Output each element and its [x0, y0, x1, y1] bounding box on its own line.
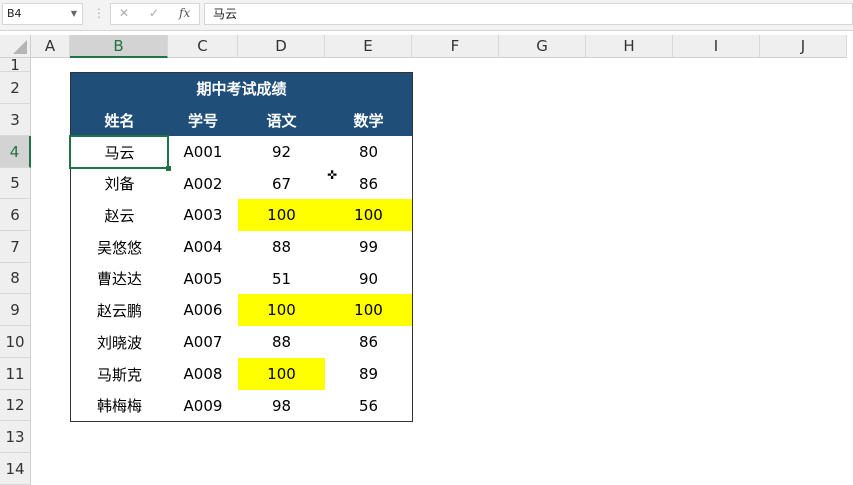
- name-box-value: B4: [7, 7, 22, 20]
- row-header-13[interactable]: 13: [0, 421, 31, 453]
- insert-function-icon[interactable]: fx: [179, 6, 190, 20]
- cell-id[interactable]: A008: [168, 358, 239, 391]
- column-header-H[interactable]: H: [586, 35, 673, 58]
- drag-handle-icon[interactable]: ⋮: [93, 6, 105, 20]
- row-header-1[interactable]: 1: [0, 56, 31, 74]
- cell-id[interactable]: A009: [168, 390, 239, 422]
- cell-name[interactable]: 韩梅梅: [70, 390, 169, 422]
- cell-chinese[interactable]: 98: [238, 390, 326, 422]
- row-header-10[interactable]: 10: [0, 326, 31, 358]
- row-header-12[interactable]: 12: [0, 390, 31, 421]
- cell-id[interactable]: A002: [168, 168, 239, 200]
- cell-math[interactable]: 100: [325, 294, 413, 327]
- cell-name[interactable]: 刘备: [70, 168, 169, 200]
- cell-chinese[interactable]: 100: [238, 358, 326, 391]
- cell-name[interactable]: 马斯克: [70, 358, 169, 391]
- formula-input[interactable]: 马云: [204, 3, 853, 25]
- cell-id[interactable]: A007: [168, 326, 239, 359]
- cell-math[interactable]: 56: [325, 390, 413, 422]
- cell-math[interactable]: 89: [325, 358, 413, 391]
- cell-chinese[interactable]: 51: [238, 263, 326, 295]
- cell-chinese[interactable]: 100: [238, 294, 326, 327]
- column-header-G[interactable]: G: [499, 35, 586, 58]
- column-header-D[interactable]: D: [238, 35, 325, 58]
- column-header-A[interactable]: A: [31, 35, 70, 58]
- cell-name[interactable]: 吴悠悠: [70, 231, 169, 264]
- cursor-icon: ✜: [327, 168, 338, 182]
- cell-chinese[interactable]: 88: [238, 231, 326, 264]
- cell-chinese[interactable]: 92: [238, 136, 326, 169]
- column-header-E[interactable]: E: [325, 35, 412, 58]
- column-title[interactable]: 姓名: [70, 104, 169, 137]
- cell-math[interactable]: 99: [325, 231, 413, 264]
- row-header-11[interactable]: 11: [0, 358, 31, 390]
- column-title[interactable]: 语文: [238, 104, 326, 137]
- row-header-5[interactable]: 5: [0, 168, 31, 199]
- row-header-9[interactable]: 9: [0, 294, 31, 326]
- cancel-icon[interactable]: ✕: [119, 6, 129, 20]
- formula-buttons: ✕ ✓ fx: [110, 3, 200, 25]
- table-title[interactable]: 期中考试成绩: [70, 72, 413, 105]
- enter-icon[interactable]: ✓: [149, 6, 159, 20]
- cell-name[interactable]: 刘晓波: [70, 326, 169, 359]
- cell-name[interactable]: 曹达达: [70, 263, 169, 295]
- column-title[interactable]: 数学: [325, 104, 413, 137]
- column-header-F[interactable]: F: [412, 35, 499, 58]
- cell-name[interactable]: 马云: [70, 136, 169, 169]
- row-header-4[interactable]: 4: [0, 136, 31, 168]
- row-header-8[interactable]: 8: [0, 263, 31, 294]
- row-header-14[interactable]: 14: [0, 453, 31, 485]
- cell-id[interactable]: A006: [168, 294, 239, 327]
- column-header-C[interactable]: C: [168, 35, 238, 58]
- cell-id[interactable]: A005: [168, 263, 239, 295]
- cell-name[interactable]: 赵云鹏: [70, 294, 169, 327]
- column-title[interactable]: 学号: [168, 104, 239, 137]
- name-box[interactable]: B4 ▼: [2, 3, 83, 25]
- cell-math[interactable]: 86: [325, 326, 413, 359]
- cell-chinese[interactable]: 88: [238, 326, 326, 359]
- column-header-B[interactable]: B: [70, 35, 168, 58]
- cell-math[interactable]: 100: [325, 199, 413, 232]
- cell-chinese[interactable]: 100: [238, 199, 326, 232]
- cell-id[interactable]: A003: [168, 199, 239, 232]
- column-header-I[interactable]: I: [673, 35, 760, 58]
- column-header-J[interactable]: J: [760, 35, 847, 58]
- chevron-down-icon[interactable]: ▼: [71, 4, 77, 24]
- cell-math[interactable]: 90: [325, 263, 413, 295]
- row-header-7[interactable]: 7: [0, 231, 31, 263]
- cell-math[interactable]: 80: [325, 136, 413, 169]
- cell-chinese[interactable]: 67: [238, 168, 326, 200]
- formula-bar-area: B4 ▼ ⋮ ✕ ✓ fx 马云: [0, 0, 853, 31]
- row-header-2[interactable]: 2: [0, 72, 31, 104]
- cell-id[interactable]: A004: [168, 231, 239, 264]
- cell-math[interactable]: 86: [325, 168, 413, 200]
- cell-name[interactable]: 赵云: [70, 199, 169, 232]
- row-header-6[interactable]: 6: [0, 199, 31, 231]
- row-header-3[interactable]: 3: [0, 104, 31, 136]
- cell-id[interactable]: A001: [168, 136, 239, 169]
